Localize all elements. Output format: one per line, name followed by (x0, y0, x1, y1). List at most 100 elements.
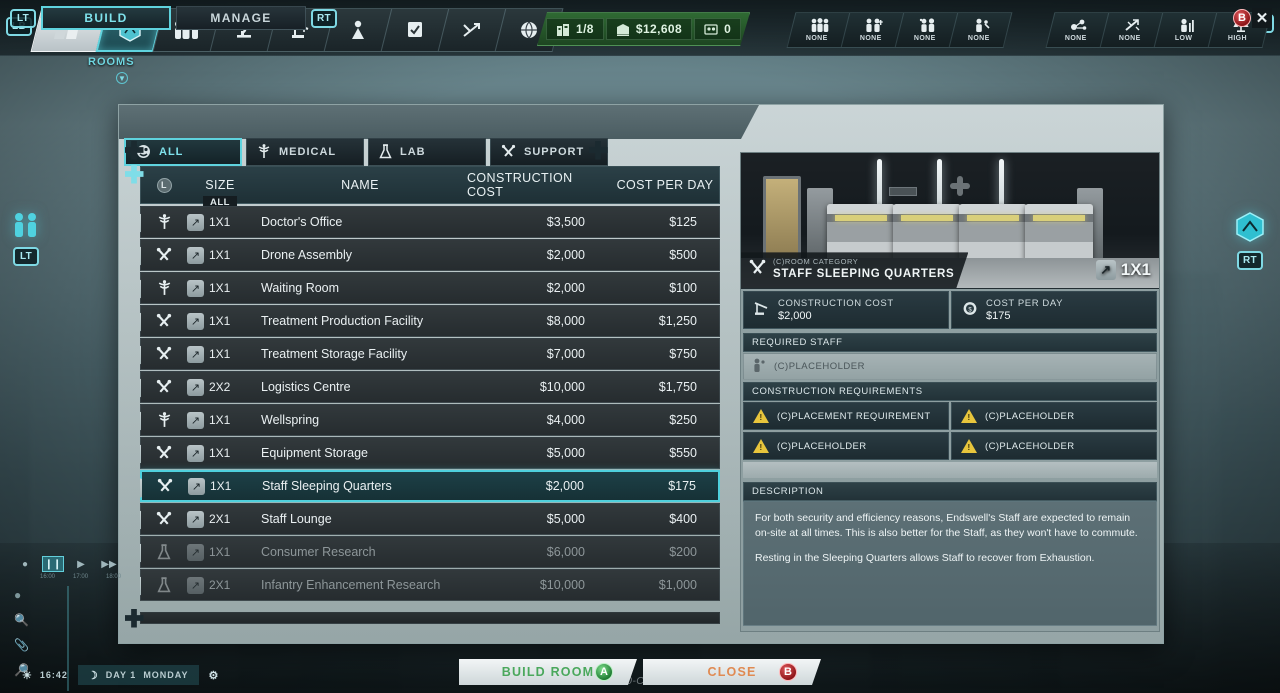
build-room-label: BUILD ROOM (502, 665, 595, 679)
crane-icon (754, 301, 770, 320)
header-cost-per-day[interactable]: COST PER DAY (611, 167, 719, 203)
row-size-cell: ↗2X2 (187, 379, 253, 396)
preview-fan (949, 175, 971, 197)
warning-icon (961, 409, 977, 423)
pause-button[interactable]: ❙❙ (42, 556, 64, 572)
gamepad-a-icon: A (595, 663, 613, 681)
chevron-down-icon[interactable]: ▼ (116, 72, 128, 84)
table-row[interactable]: ↗1X1Wellspring$4,000$250 (140, 404, 720, 436)
tab-manage[interactable]: MANAGE (176, 6, 306, 30)
detail-cpd-value: $175 (986, 310, 1063, 322)
row-size-value: 1X1 (210, 479, 231, 493)
building-icon (556, 23, 570, 36)
support-category-icon (141, 379, 187, 395)
tab-build[interactable]: BUILD (41, 6, 171, 30)
collapse-categories-button[interactable] (124, 164, 144, 184)
fast-forward-button[interactable]: ▶▶ (98, 556, 120, 572)
resize-icon: ↗ (187, 247, 204, 264)
header-size[interactable]: SIZE ALL (187, 167, 253, 203)
table-row[interactable]: ↗2X1Infantry Enhancement Research$10,000… (140, 569, 720, 601)
medical-category-icon (141, 412, 187, 428)
category-tab-lab[interactable]: LAB (368, 138, 486, 166)
row-construction-cost: $2,000 (467, 281, 611, 295)
rooms-shortcut-icon (1236, 212, 1264, 247)
table-row[interactable]: ↗1X1Treatment Production Facility$8,000$… (140, 305, 720, 337)
category-tab-medical[interactable]: MEDICAL (246, 138, 364, 166)
requirement-label: (C)PLACEHOLDER (985, 441, 1075, 452)
table-row[interactable]: ↗1X1Drone Assembly$2,000$500 (140, 239, 720, 271)
support-category-icon (141, 313, 187, 329)
close-icon[interactable]: ✕ (1252, 8, 1272, 28)
routes-icon (461, 20, 483, 40)
table-row[interactable]: ↗2X2Logistics Centre$10,000$1,750 (140, 371, 720, 403)
row-cost-per-day: $100 (611, 281, 719, 295)
resize-icon: ↗ (1096, 260, 1116, 280)
close-panel-control[interactable]: B ✕ (1233, 8, 1272, 28)
flask-icon (379, 144, 392, 161)
construction-requirements-grid: (C)PLACEMENT REQUIREMENT(C)PLACEHOLDER(C… (743, 402, 1157, 460)
panel-titlebar (119, 105, 759, 139)
right-shortcut-hud[interactable]: RT (1236, 212, 1264, 270)
room-list-table: L SIZE ALL NAME CONSTRUCTION COST COST P… (140, 166, 720, 620)
row-construction-cost: $6,000 (467, 545, 611, 559)
status-value: NONE (913, 35, 935, 42)
row-size-value: 2X1 (209, 512, 230, 526)
row-cost-per-day: $1,000 (611, 578, 719, 592)
zoom-in-icon[interactable]: 🔍 (14, 613, 29, 627)
header-construction-cost[interactable]: CONSTRUCTION COST (467, 167, 611, 203)
row-size-value: 1X1 (209, 347, 230, 361)
scroll-more-button[interactable] (124, 608, 144, 628)
resize-icon: ↗ (187, 214, 204, 231)
row-size-cell: ↗1X1 (187, 280, 253, 297)
play-button[interactable]: ▶ (70, 556, 92, 572)
row-size-cell: ↗2X1 (187, 511, 253, 528)
reputation-icon (1177, 18, 1195, 34)
staff-status-group: NONE NONE NONE NONE (791, 12, 1007, 48)
table-row[interactable]: ↗1X1Doctor's Office$3,500$125 (140, 206, 720, 238)
row-cost-per-day: $250 (611, 413, 719, 427)
row-cost-per-day: $1,750 (611, 380, 719, 394)
row-size-value: 1X1 (209, 446, 230, 460)
attachment-icon[interactable]: 📎 (14, 638, 29, 652)
row-room-name: Staff Lounge (253, 512, 467, 526)
plus-icon (125, 141, 144, 160)
resource-patients-count: 0 (694, 18, 741, 40)
row-size-cell: ↗1X1 (187, 544, 253, 561)
row-room-name: Waiting Room (253, 281, 467, 295)
close-label: CLOSE (707, 665, 756, 679)
doctors-icon (863, 18, 883, 34)
resize-icon: ↗ (187, 445, 204, 462)
row-construction-cost: $10,000 (467, 380, 611, 394)
left-shortcut-hud[interactable]: LT (10, 212, 42, 266)
expand-categories-left-button[interactable] (124, 140, 144, 160)
close-button[interactable]: CLOSE B (643, 659, 821, 685)
marker-icon[interactable]: ● (14, 588, 29, 602)
row-construction-cost: $5,000 (467, 512, 611, 526)
room-preview-image: (C)ROOM CATEGORY STAFF SLEEPING QUARTERS… (741, 153, 1159, 289)
resize-icon: ↗ (187, 412, 204, 429)
expand-categories-right-button[interactable] (588, 140, 608, 160)
preview-door (763, 176, 801, 262)
row-cost-per-day: $500 (611, 248, 719, 262)
construction-requirement-item: (C)PLACEHOLDER (743, 432, 949, 460)
build-room-button[interactable]: BUILD ROOM A (459, 659, 637, 685)
resize-icon: ↗ (187, 577, 204, 594)
record-dot-icon[interactable]: ● (14, 556, 36, 572)
tick-label: 17:00 (73, 574, 88, 580)
header-name[interactable]: NAME (253, 167, 467, 203)
status-staff-workers[interactable]: NONE (949, 12, 1013, 48)
table-header-row: L SIZE ALL NAME CONSTRUCTION COST COST P… (140, 166, 720, 204)
patients-icon (704, 23, 718, 36)
support-category-icon (142, 478, 188, 494)
status-value: NONE (859, 35, 881, 42)
detail-cost-row: CONSTRUCTION COST $2,000 $ COST PER DAY … (741, 289, 1159, 331)
sort-button-icon[interactable]: L (157, 178, 172, 193)
table-row[interactable]: ↗1X1Treatment Storage Facility$7,000$750 (140, 338, 720, 370)
table-row[interactable]: ↗1X1Staff Sleeping Quarters$2,000$175 (140, 470, 720, 502)
table-row[interactable]: ↗2X1Staff Lounge$5,000$400 (140, 503, 720, 535)
table-row[interactable]: ↗1X1Consumer Research$6,000$200 (140, 536, 720, 568)
support-category-icon (141, 346, 187, 362)
row-room-name: Treatment Production Facility (253, 314, 467, 328)
table-row[interactable]: ↗1X1Equipment Storage$5,000$550 (140, 437, 720, 469)
table-row[interactable]: ↗1X1Waiting Room$2,000$100 (140, 272, 720, 304)
